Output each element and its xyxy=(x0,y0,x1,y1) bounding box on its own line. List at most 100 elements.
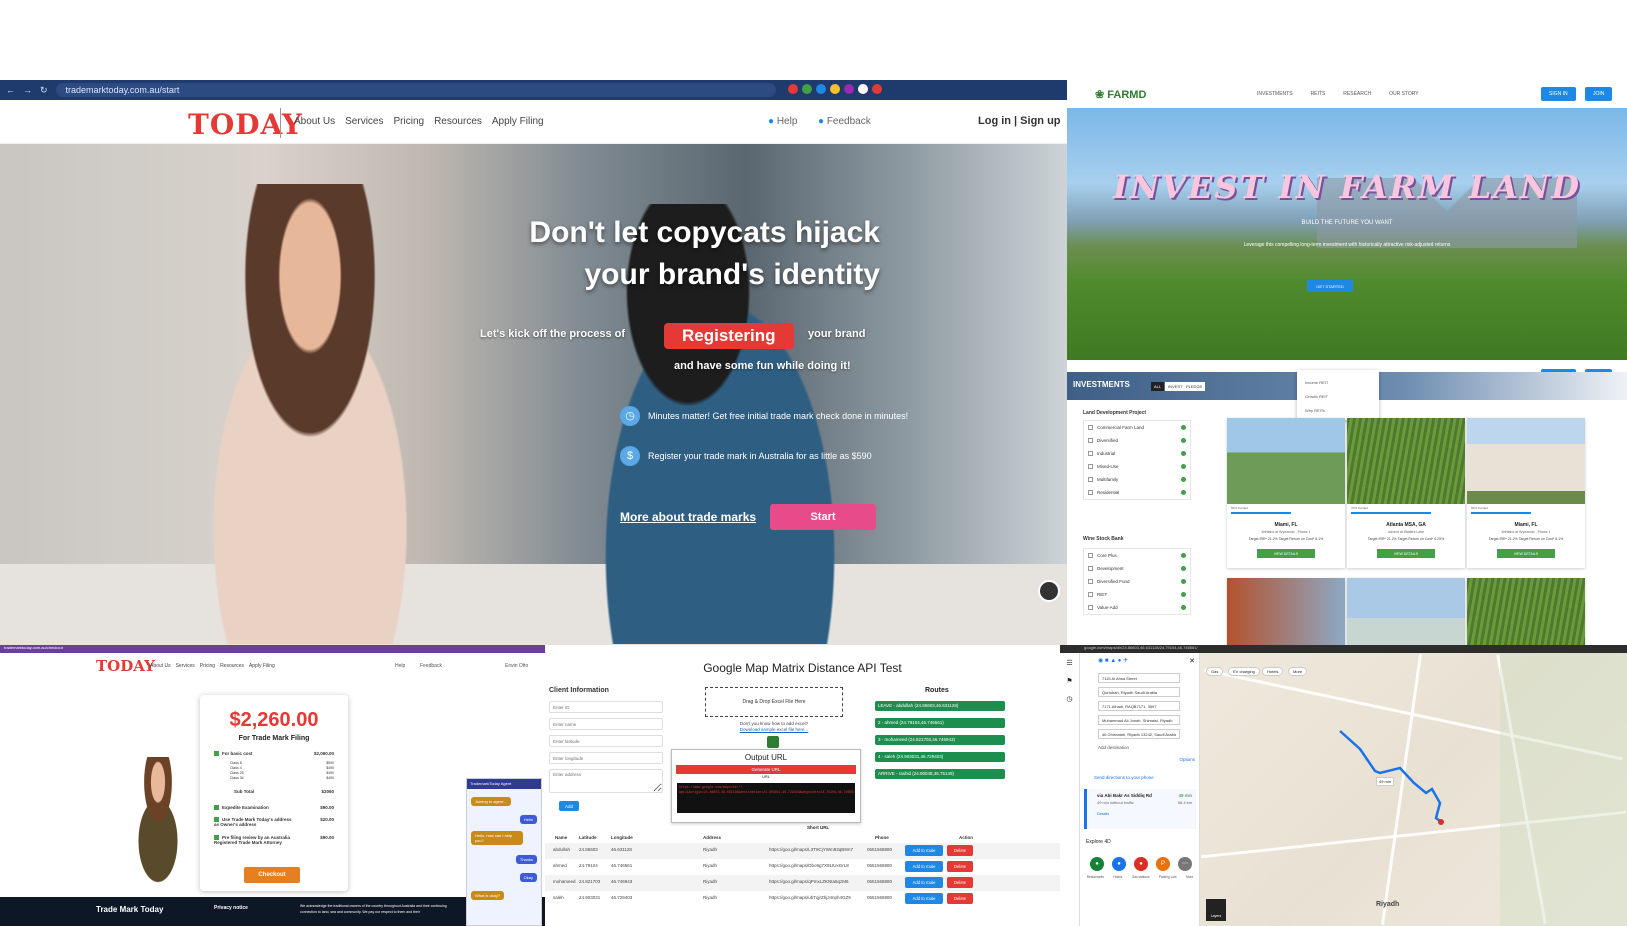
nav-about[interactable]: About Us xyxy=(294,116,335,127)
reload-icon[interactable]: ↻ xyxy=(40,85,48,96)
filter-item[interactable]: Residential xyxy=(1084,486,1190,499)
delete-button[interactable]: Delete xyxy=(947,877,973,888)
investment-card[interactable]: 70% Funded Atlanta MSA, GA Advent at Wal… xyxy=(1347,418,1465,568)
feedback-link[interactable]: ● Feedback xyxy=(818,116,871,127)
excel-icon[interactable] xyxy=(767,736,779,748)
today-logo[interactable]: TODAY xyxy=(188,108,303,141)
filter-item[interactable]: Industrial xyxy=(1084,447,1190,460)
delete-button[interactable]: Delete xyxy=(947,845,973,856)
recents-icon[interactable]: ◷ xyxy=(1060,695,1079,703)
filter-item[interactable]: Value-Add xyxy=(1084,601,1190,614)
start-button[interactable]: Start xyxy=(770,504,876,530)
filter-item[interactable]: Mixed-Use xyxy=(1084,460,1190,473)
parking-icon[interactable]: P xyxy=(1156,857,1170,871)
help-link-3[interactable]: Help xyxy=(395,663,405,669)
nav-resources-3[interactable]: Resources xyxy=(220,663,244,669)
today-logo-3[interactable]: TODAY xyxy=(96,657,155,675)
add-to-route-button[interactable]: Add to route xyxy=(905,893,943,904)
add-to-route-button[interactable]: Add to route xyxy=(905,845,943,856)
nav-pricing[interactable]: Pricing xyxy=(394,116,425,127)
investment-card[interactable] xyxy=(1467,578,1585,645)
feedback-link-3[interactable]: Feedback xyxy=(420,663,442,669)
longitude-input[interactable] xyxy=(549,752,663,764)
filter-item[interactable]: Multifamily xyxy=(1084,473,1190,486)
view-details-button[interactable]: VIEW DETAILS xyxy=(1377,549,1435,558)
forward-icon[interactable]: → xyxy=(23,85,32,95)
add-to-route-button[interactable]: Add to route xyxy=(905,861,943,872)
nav-apply-filing[interactable]: Apply Filing xyxy=(492,116,544,127)
signin-button[interactable]: SIGN IN xyxy=(1541,87,1576,101)
investment-card[interactable]: 56% Funded Miami, FL Wetland at Wynwood … xyxy=(1467,418,1585,568)
close-icon[interactable]: ✕ xyxy=(1189,657,1195,665)
menu-icon[interactable]: ☰ xyxy=(1060,659,1079,667)
filter-all[interactable]: ALL xyxy=(1151,382,1165,391)
filter-pledge[interactable]: PLEDGE xyxy=(1183,382,1206,391)
nav-services[interactable]: Services xyxy=(345,116,383,127)
dd-why-reits[interactable]: Why REITs xyxy=(1305,404,1371,418)
nav-investments[interactable]: INVESTMENTS xyxy=(1257,91,1293,97)
id-input[interactable] xyxy=(549,701,663,713)
address-bar-5[interactable]: google.com/maps/dir/24.86603,46.631128/2… xyxy=(1084,645,1198,650)
travel-mode-icons[interactable]: ◉ ■ ▲ ● ✈ xyxy=(1098,657,1128,664)
farmd-logo[interactable]: ❀ FARMD xyxy=(1095,88,1146,101)
gas-icon[interactable]: ● xyxy=(1134,857,1148,871)
route-item[interactable]: 4 - saleh (24.903031,46.729403) xyxy=(875,752,1005,762)
filter-item[interactable]: Core Plus xyxy=(1084,549,1190,562)
route-item[interactable]: LEAVE - abdullah (24.86603,46.631128) xyxy=(875,701,1005,711)
filter-item[interactable]: Diversified xyxy=(1084,434,1190,447)
add-to-route-button[interactable]: Add to route xyxy=(905,877,943,888)
investment-card[interactable]: 56% Funded Miami, FL Wetland at Wynwood … xyxy=(1227,418,1345,568)
help-link[interactable]: ● Help xyxy=(768,116,797,127)
privacy-link[interactable]: Privacy notice xyxy=(214,905,248,911)
more-icon[interactable]: ⋯ xyxy=(1178,857,1192,871)
options-link[interactable]: Options xyxy=(1179,757,1195,762)
add-destination[interactable]: Add destination xyxy=(1098,745,1129,750)
cell-url[interactable]: https://goo.gl/maps/qPmxLZKNta5qzM6 xyxy=(769,879,849,884)
investment-card[interactable] xyxy=(1227,578,1345,645)
route-stop-input[interactable] xyxy=(1098,701,1180,711)
chip-hotels[interactable]: Hotels xyxy=(1262,667,1284,676)
route-stop-input[interactable] xyxy=(1098,715,1180,725)
address-bar[interactable]: trademarktoday.com.au/start xyxy=(55,83,776,97)
filter-item[interactable]: Commercial Farm Land xyxy=(1084,421,1190,434)
download-sample-link[interactable]: Download sample excel file here... xyxy=(705,727,843,732)
route-stop-input[interactable] xyxy=(1098,673,1180,683)
dd-growth-reit[interactable]: Growth REIT xyxy=(1305,390,1371,404)
nav-pricing-3[interactable]: Pricing xyxy=(200,663,215,669)
cell-url[interactable]: https://goo.gl/maps/ubTqjrZhjJ4nph4GZ9 xyxy=(769,895,851,900)
back-icon[interactable]: ← xyxy=(6,85,15,95)
more-about-link[interactable]: More about trade marks xyxy=(620,510,756,524)
filter-item[interactable]: Diversified Fund xyxy=(1084,575,1190,588)
destination-pin-icon[interactable] xyxy=(1438,819,1444,825)
cell-url[interactable]: https://goo.gl/maps/L3T9CjYWm83qB9m7 xyxy=(769,847,853,852)
name-input[interactable] xyxy=(549,718,663,730)
map-canvas[interactable]: 49 min Gas EV charging Hotels More Riyad… xyxy=(1200,653,1627,926)
saved-icon[interactable]: ⚑ xyxy=(1060,677,1079,685)
add-button[interactable]: Add xyxy=(559,801,579,811)
url-output[interactable]: https://www.google.com/maps/dir/?api=1&o… xyxy=(677,783,855,813)
restaurants-icon[interactable]: ● xyxy=(1090,857,1104,871)
investment-card[interactable] xyxy=(1347,578,1465,645)
route-option[interactable]: via Abi Bakr As Siddiq Rd 49 min 58.4 km… xyxy=(1084,789,1196,829)
checkout-button[interactable]: Checkout xyxy=(244,867,300,883)
dd-income-reit[interactable]: Income REIT xyxy=(1305,376,1371,390)
user-name[interactable]: Erwin Otto xyxy=(505,663,528,669)
nav-resources[interactable]: Resources xyxy=(434,116,482,127)
chat-launcher-icon[interactable] xyxy=(1038,580,1060,602)
latitude-input[interactable] xyxy=(549,735,663,747)
nav-apply-3[interactable]: Apply Filing xyxy=(249,663,275,669)
excel-dropzone[interactable]: Drag & Drop Excel File Here xyxy=(705,687,843,717)
check-icon[interactable] xyxy=(214,805,219,811)
address-input[interactable] xyxy=(549,769,663,793)
nav-our-story[interactable]: OUR STORY xyxy=(1389,91,1419,97)
cell-url[interactable]: https://goo.gl/maps/Dbo9g7X91tUxGrL8 xyxy=(769,863,849,868)
delete-button[interactable]: Delete xyxy=(947,861,973,872)
route-stop-input[interactable] xyxy=(1098,687,1180,697)
details-link[interactable]: Details xyxy=(1097,811,1109,816)
nav-reits[interactable]: REITS xyxy=(1311,91,1326,97)
route-item[interactable]: 3 - mohameed (24.821703,46.746943) xyxy=(875,735,1005,745)
nav-research[interactable]: RESEARCH xyxy=(1343,91,1371,97)
address-bar-3[interactable]: trademarktoday.com.au/checkout xyxy=(4,645,63,650)
filter-item[interactable]: Development xyxy=(1084,562,1190,575)
get-started-button[interactable]: GET STARTED xyxy=(1307,280,1353,292)
